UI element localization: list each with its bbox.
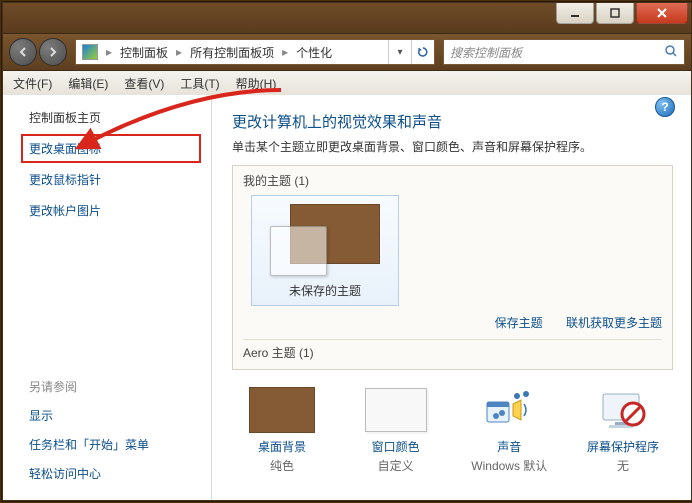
window-frame: ▸ 控制面板 ▸ 所有控制面板项 ▸ 个性化 ▾ 搜索控制面板 文件(F) 编辑… <box>2 2 692 501</box>
close-button[interactable] <box>636 3 688 24</box>
menu-tools[interactable]: 工具(T) <box>180 75 219 92</box>
minimize-button[interactable] <box>556 3 594 24</box>
sidebar-item-home[interactable]: 控制面板主页 <box>29 109 193 126</box>
theme-name: 未保存的主题 <box>260 282 390 299</box>
sidebar-item-change-mouse-pointers[interactable]: 更改鼠标指针 <box>29 171 193 188</box>
titlebar <box>3 3 691 34</box>
sidebar: 控制面板主页 更改桌面图标 更改鼠标指针 更改帐户图片 另请参阅 显示 任务栏和… <box>3 95 212 500</box>
theme-item-unsaved[interactable]: 未保存的主题 <box>251 195 399 306</box>
menu-edit[interactable]: 编辑(E) <box>68 75 108 92</box>
menu-file[interactable]: 文件(F) <box>13 75 52 92</box>
breadcrumb[interactable]: 控制面板 <box>120 44 168 61</box>
chevron-right-icon: ▸ <box>106 45 112 59</box>
quick-item-window-color[interactable]: 窗口颜色 自定义 <box>346 388 446 474</box>
menubar: 文件(F) 编辑(E) 查看(V) 工具(T) 帮助(H) <box>3 71 691 96</box>
maximize-button[interactable] <box>596 3 634 24</box>
chevron-right-icon: ▸ <box>176 45 182 59</box>
breadcrumb[interactable]: 个性化 <box>296 44 332 61</box>
chevron-right-icon: ▸ <box>282 45 288 59</box>
sidebar-item-ease-of-access[interactable]: 轻松访问中心 <box>29 465 193 482</box>
get-more-themes-link[interactable]: 联机获取更多主题 <box>566 316 662 330</box>
address-bar[interactable]: ▸ 控制面板 ▸ 所有控制面板项 ▸ 个性化 ▾ <box>75 39 435 65</box>
sidebar-item-change-desktop-icons[interactable]: 更改桌面图标 <box>21 134 201 163</box>
sidebar-item-change-account-picture[interactable]: 更改帐户图片 <box>29 202 193 219</box>
quick-item-sound[interactable]: 声音 Windows 默认 <box>459 388 559 474</box>
save-theme-link[interactable]: 保存主题 <box>495 316 543 330</box>
my-themes-heading: 我的主题 (1) <box>243 172 662 189</box>
search-input[interactable]: 搜索控制面板 <box>443 39 685 65</box>
history-dropdown-button[interactable]: ▾ <box>388 40 411 64</box>
search-icon <box>664 44 678 61</box>
client-area: 控制面板主页 更改桌面图标 更改鼠标指针 更改帐户图片 另请参阅 显示 任务栏和… <box>3 95 691 500</box>
desktop-background-icon <box>249 388 315 432</box>
quick-settings-row: 桌面背景 纯色 窗口颜色 自定义 <box>232 388 673 474</box>
sidebar-item-display[interactable]: 显示 <box>29 407 193 424</box>
page-subtitle: 单击某个主题立即更改桌面背景、窗口颜色、声音和屏幕保护程序。 <box>232 138 673 155</box>
quick-item-desktop-background[interactable]: 桌面背景 纯色 <box>232 388 332 474</box>
control-panel-icon <box>82 44 98 60</box>
help-icon[interactable]: ? <box>655 97 675 117</box>
menu-view[interactable]: 查看(V) <box>124 75 164 92</box>
menu-help[interactable]: 帮助(H) <box>236 75 277 92</box>
navbar: ▸ 控制面板 ▸ 所有控制面板项 ▸ 个性化 ▾ 搜索控制面板 <box>3 34 691 71</box>
main-content: ? 更改计算机上的视觉效果和声音 单击某个主题立即更改桌面背景、窗口颜色、声音和… <box>212 95 691 500</box>
aero-themes-heading: Aero 主题 (1) <box>243 339 662 361</box>
sidebar-item-taskbar-start[interactable]: 任务栏和「开始」菜单 <box>29 436 193 453</box>
themes-panel: 我的主题 (1) 未保存的主题 保存主题 联机获取更多主题 Aero 主题 (1… <box>232 165 673 370</box>
window-color-icon <box>363 388 429 432</box>
search-placeholder: 搜索控制面板 <box>450 44 522 61</box>
nav-back-button[interactable] <box>9 38 37 66</box>
theme-preview-icon <box>270 204 380 276</box>
refresh-button[interactable] <box>411 40 434 64</box>
quick-item-screen-saver[interactable]: 屏幕保护程序 无 <box>573 388 673 474</box>
page-title: 更改计算机上的视觉效果和声音 <box>232 111 673 132</box>
sound-icon <box>476 388 542 432</box>
screen-saver-icon <box>590 388 656 432</box>
nav-forward-button[interactable] <box>39 38 67 66</box>
breadcrumb[interactable]: 所有控制面板项 <box>190 44 274 61</box>
sidebar-see-also-heading: 另请参阅 <box>29 378 193 395</box>
